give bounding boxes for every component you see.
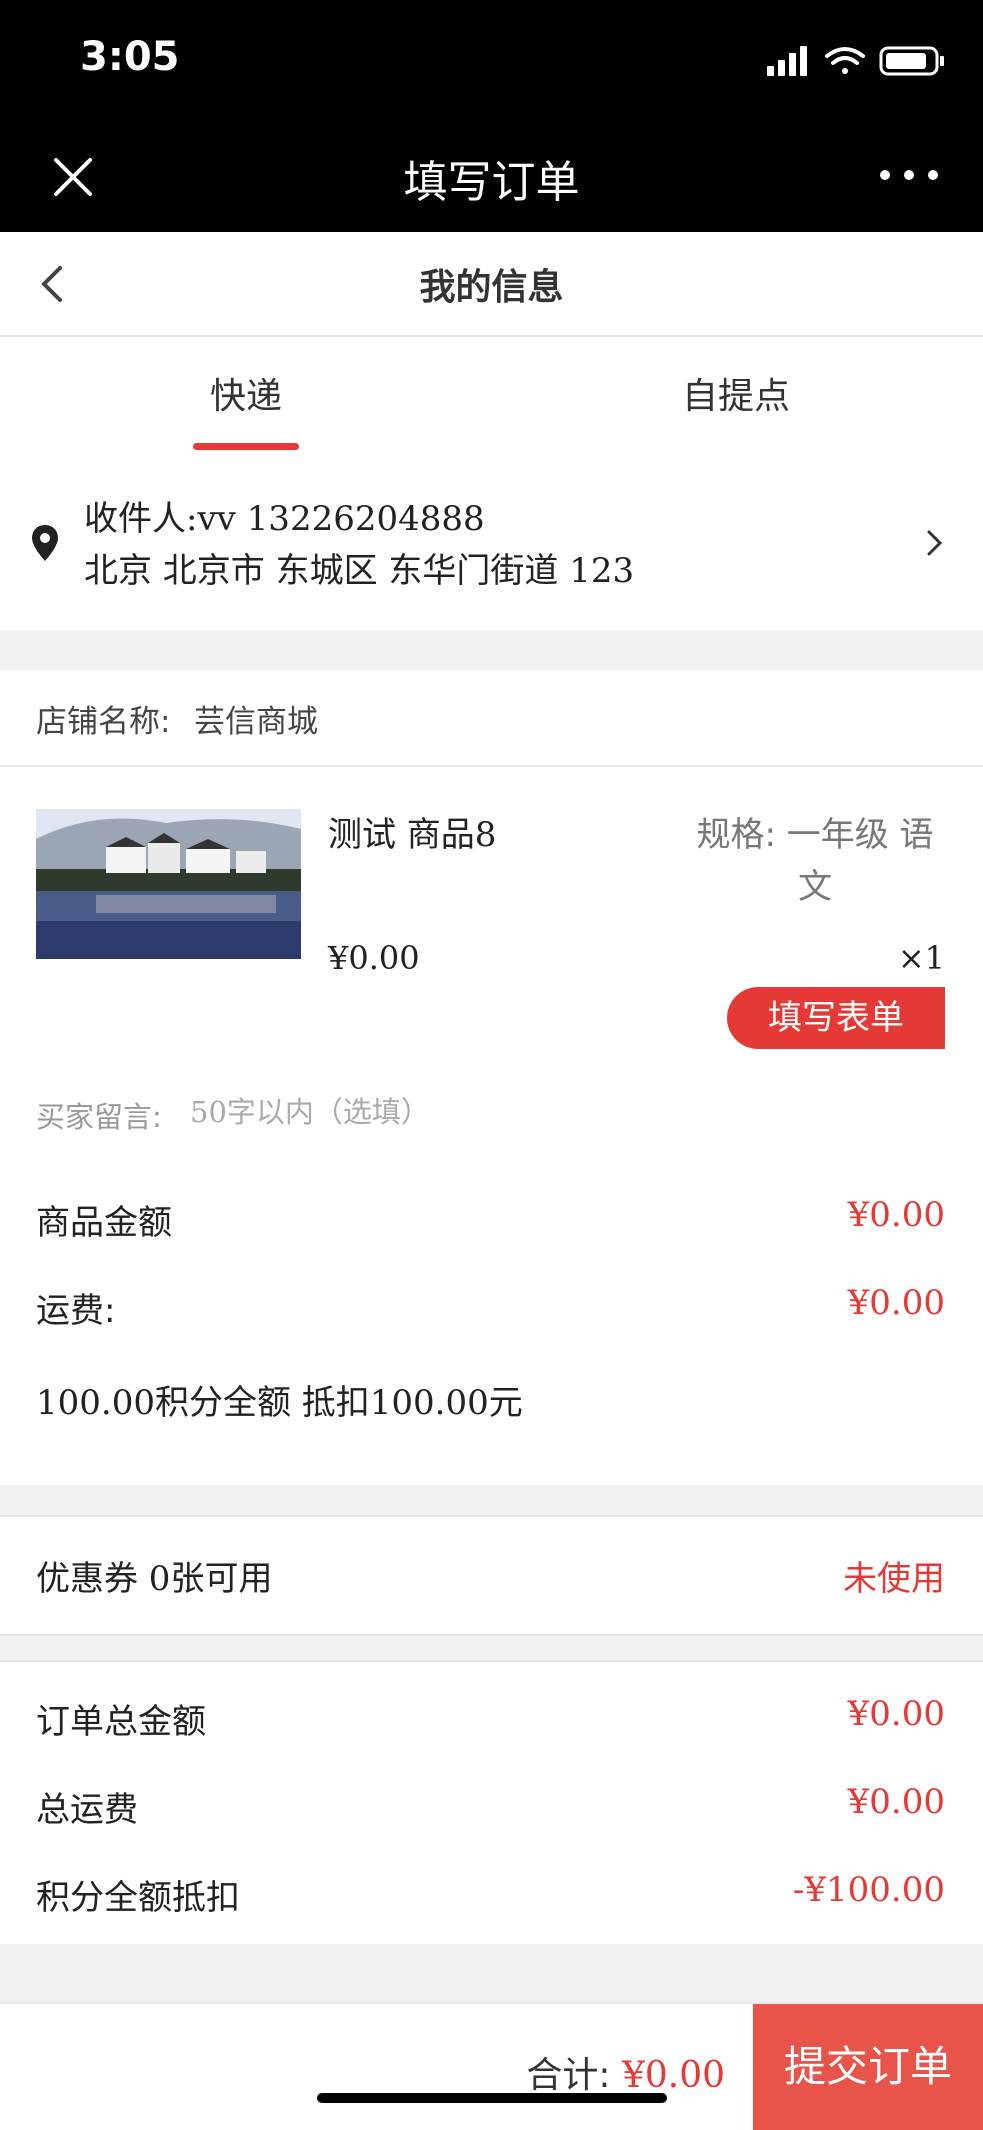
address-recipient: 收件人:vv 13226204888 xyxy=(84,499,485,539)
buyer-note-label: 买家留言: xyxy=(36,1100,162,1134)
address-card[interactable]: 收件人:vv 13226204888 北京 北京市 东城区 东华门街道 123 xyxy=(0,455,983,630)
status-time: 3:05 xyxy=(80,34,180,80)
page-title: 填写订单 xyxy=(403,157,580,208)
location-pin-icon xyxy=(32,525,58,561)
total-shipping-label: 总运费 xyxy=(36,1790,138,1830)
status-bar: 3:05 xyxy=(0,0,983,120)
order-main: 测试 商品8 规格: 一年级 语文 ¥0.00 ×1 填写表单 买家留言: 商品… xyxy=(0,767,983,1485)
tab-express[interactable]: 快递 xyxy=(210,367,282,419)
product-name: 测试 商品8 xyxy=(328,815,497,855)
grand-total-value: ¥0.00 xyxy=(621,2055,725,2096)
chevron-right-icon xyxy=(927,530,943,556)
tab-indicator xyxy=(193,443,299,450)
points-deduct-label: 积分全额抵扣 xyxy=(36,1878,240,1918)
grand-total-label: 合计: xyxy=(526,2055,611,2096)
status-icons xyxy=(767,46,944,76)
shop-row: 店铺名称: 芸信商城 xyxy=(0,670,983,767)
signal-icon xyxy=(767,46,807,76)
bottom-bar: 合计: ¥0.00 提交订单 xyxy=(0,2002,983,2130)
delivery-tabs: 快递 自提点 xyxy=(0,337,983,455)
address-detail: 北京 北京市 东城区 东华门街道 123 xyxy=(84,551,635,591)
grand-total: 合计: ¥0.00 xyxy=(526,2046,725,2098)
coupon-label: 优惠券 0张可用 xyxy=(36,1559,273,1599)
product-quantity: ×1 xyxy=(897,939,945,977)
submit-order-button[interactable]: 提交订单 xyxy=(753,2004,983,2130)
product-image xyxy=(36,809,301,959)
sub-header: 我的信息 xyxy=(0,232,983,337)
points-deduction-text: 100.00积分全额 抵扣100.00元 xyxy=(36,1383,523,1423)
goods-amount-value: ¥0.00 xyxy=(847,1195,945,1235)
tab-pickup[interactable]: 自提点 xyxy=(682,367,790,419)
order-total-label: 订单总金额 xyxy=(36,1702,206,1742)
shipping-value: ¥0.00 xyxy=(847,1283,945,1323)
shop-name-label: 店铺名称: xyxy=(36,704,171,740)
points-deduct-value: -¥100.00 xyxy=(792,1870,945,1910)
home-indicator xyxy=(317,2093,667,2103)
more-icon[interactable] xyxy=(877,166,941,184)
shop-name: 芸信商城 xyxy=(194,704,318,740)
sub-header-title: 我的信息 xyxy=(419,267,564,308)
total-shipping-value: ¥0.00 xyxy=(847,1782,945,1822)
nav-bar: 填写订单 xyxy=(0,120,983,232)
product-price: ¥0.00 xyxy=(328,939,420,977)
order-summary: 订单总金额 ¥0.00 总运费 ¥0.00 积分全额抵扣 -¥100.00 xyxy=(0,1660,983,1944)
wifi-icon xyxy=(825,47,865,74)
buyer-note-input[interactable] xyxy=(190,1087,690,1137)
coupon-row[interactable]: 优惠券 0张可用 未使用 xyxy=(0,1515,983,1636)
order-total-value: ¥0.00 xyxy=(847,1694,945,1734)
fill-form-button[interactable]: 填写表单 xyxy=(727,987,945,1049)
shipping-label: 运费: xyxy=(36,1291,116,1331)
product-spec: 规格: 一年级 语文 xyxy=(696,815,934,907)
coupon-status: 未使用 xyxy=(843,1559,945,1599)
battery-icon xyxy=(879,46,944,76)
goods-amount-label: 商品金额 xyxy=(36,1203,172,1243)
